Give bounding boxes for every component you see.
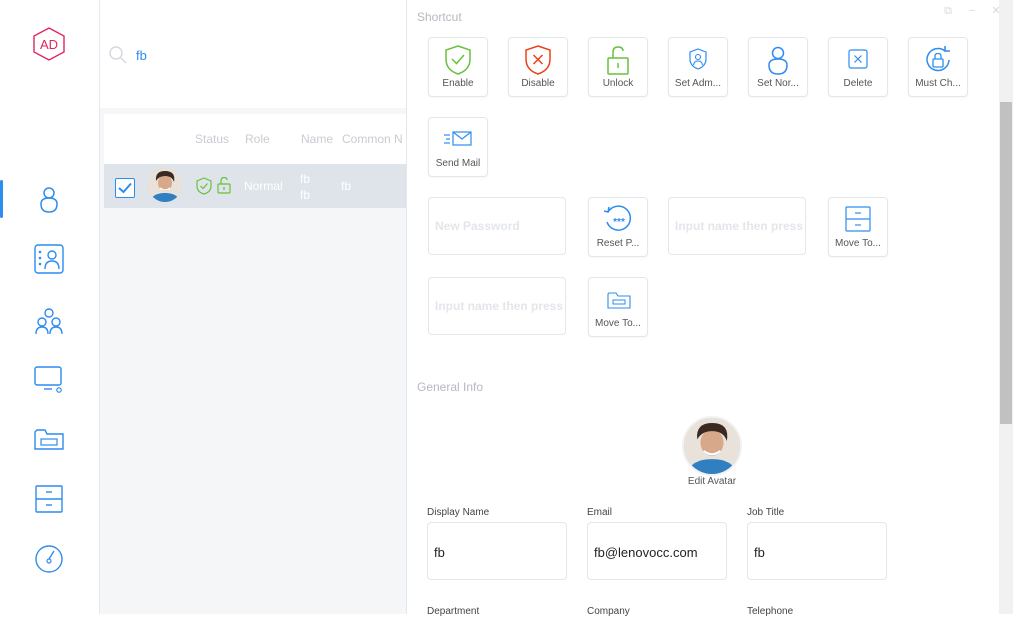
move-target-input-1[interactable] — [673, 218, 805, 234]
edit-avatar-link[interactable]: Edit Avatar — [669, 476, 755, 487]
table-header: Status Role Name Common N — [104, 114, 406, 164]
move-target-field-2[interactable] — [428, 277, 566, 335]
header-common-name[interactable]: Common N — [342, 132, 403, 146]
app-logo: AD — [32, 26, 66, 62]
table-row[interactable]: Normal fb fb fb — [104, 164, 406, 208]
group-icon — [35, 308, 63, 335]
job-title-field[interactable] — [747, 522, 887, 580]
department-label: Department — [427, 606, 480, 617]
cabinet-icon — [845, 206, 871, 232]
move-target-field-1[interactable] — [668, 197, 806, 255]
profile-avatar[interactable] — [682, 416, 742, 476]
user-icon — [40, 187, 58, 213]
gauge-icon — [35, 545, 63, 573]
must-change-button[interactable]: Must Ch... — [908, 37, 968, 97]
reset-password-icon: *** — [603, 205, 632, 231]
search-bar — [100, 0, 406, 108]
nav-organizational-units[interactable] — [32, 422, 66, 456]
nav-computers[interactable] — [32, 362, 66, 396]
shield-check-icon — [445, 45, 471, 75]
folder-icon — [34, 429, 64, 450]
lock-refresh-icon — [926, 46, 950, 72]
row-name-line1: fb — [300, 172, 311, 186]
avatar — [148, 168, 182, 202]
display-name-field[interactable] — [427, 522, 567, 580]
job-title-input[interactable] — [752, 544, 884, 561]
shield-x-icon — [525, 45, 551, 75]
telephone-label: Telephone — [747, 606, 794, 617]
monitor-icon — [34, 366, 62, 393]
row-checkbox[interactable] — [115, 178, 135, 198]
restore-icon[interactable]: ⧉ — [942, 5, 954, 17]
new-password-field[interactable] — [428, 197, 566, 255]
enable-button[interactable]: Enable — [428, 37, 488, 97]
row-common-name: fb — [341, 179, 352, 193]
delete-icon — [848, 49, 868, 69]
folder-icon — [607, 292, 631, 309]
row-role: Normal — [244, 179, 283, 193]
send-mail-button[interactable]: Send Mail — [428, 117, 488, 177]
delete-label: Delete — [843, 78, 873, 89]
delete-button[interactable]: Delete — [828, 37, 888, 97]
left-nav: AD — [0, 0, 100, 614]
company-label: Company — [587, 606, 630, 617]
contact-card-icon — [34, 244, 64, 274]
nav-contacts[interactable] — [32, 242, 66, 276]
status-enabled-shield-icon — [196, 177, 212, 195]
send-mail-label: Send Mail — [435, 158, 481, 169]
admin-shield-icon — [689, 48, 707, 70]
set-admin-button[interactable]: Set Adm... — [668, 37, 728, 97]
header-role[interactable]: Role — [245, 132, 270, 146]
status-unlocked-icon — [217, 176, 231, 194]
user-list-area: Status Role Name Common N — [100, 0, 406, 614]
set-admin-label: Set Adm... — [674, 78, 722, 89]
minimize-icon[interactable]: − — [966, 5, 978, 17]
display-name-input[interactable] — [432, 544, 564, 561]
general-info-section-title: General Info — [417, 380, 484, 394]
move-to-button-2[interactable]: Move To... — [588, 277, 648, 337]
nav-active-indicator — [0, 180, 3, 218]
header-status[interactable]: Status — [195, 132, 229, 146]
move-to-label-1: Move To... — [835, 238, 881, 249]
enable-label: Enable — [442, 78, 474, 89]
move-to-button-1[interactable]: Move To... — [828, 197, 888, 257]
email-field[interactable] — [587, 522, 727, 580]
new-password-input[interactable] — [433, 218, 565, 234]
nav-dashboard[interactable] — [32, 542, 66, 576]
user-table: Status Role Name Common N Normal fb fb f… — [104, 114, 406, 208]
email-label: Email — [587, 507, 613, 518]
logo-text: AD — [40, 37, 58, 52]
disable-label: Disable — [521, 78, 555, 89]
must-change-label: Must Ch... — [915, 78, 961, 89]
unlock-label: Unlock — [602, 78, 634, 89]
move-target-input-2[interactable] — [433, 298, 565, 314]
job-title-label: Job Title — [747, 507, 785, 518]
svg-text:***: *** — [613, 217, 625, 228]
user-icon — [768, 46, 788, 75]
nav-groups[interactable] — [32, 304, 66, 338]
cabinet-icon — [35, 485, 63, 513]
checkmark-icon — [118, 182, 132, 194]
user-detail-panel: ⧉ − ✕ Shortcut Enable Disable Unlock Set… — [406, 0, 1014, 617]
disable-button[interactable]: Disable — [508, 37, 568, 97]
unlock-icon — [607, 46, 629, 75]
nav-users[interactable] — [32, 182, 66, 216]
scrollbar[interactable] — [999, 0, 1013, 614]
reset-password-label: Reset P... — [596, 238, 640, 249]
reset-password-button[interactable]: *** Reset P... — [588, 197, 648, 257]
move-to-label-2: Move To... — [595, 318, 641, 329]
search-input[interactable] — [134, 44, 398, 66]
shortcut-section-title: Shortcut — [417, 10, 462, 24]
set-normal-label: Set Nor... — [757, 78, 799, 89]
nav-archive[interactable] — [32, 482, 66, 516]
mail-icon — [444, 131, 472, 146]
search-icon — [109, 46, 127, 64]
display-name-label: Display Name — [427, 507, 490, 518]
row-name-line2: fb — [300, 188, 311, 202]
header-name[interactable]: Name — [301, 132, 333, 146]
email-input[interactable] — [592, 544, 724, 561]
scrollbar-thumb[interactable] — [1000, 102, 1012, 424]
set-normal-button[interactable]: Set Nor... — [748, 37, 808, 97]
unlock-button[interactable]: Unlock — [588, 37, 648, 97]
